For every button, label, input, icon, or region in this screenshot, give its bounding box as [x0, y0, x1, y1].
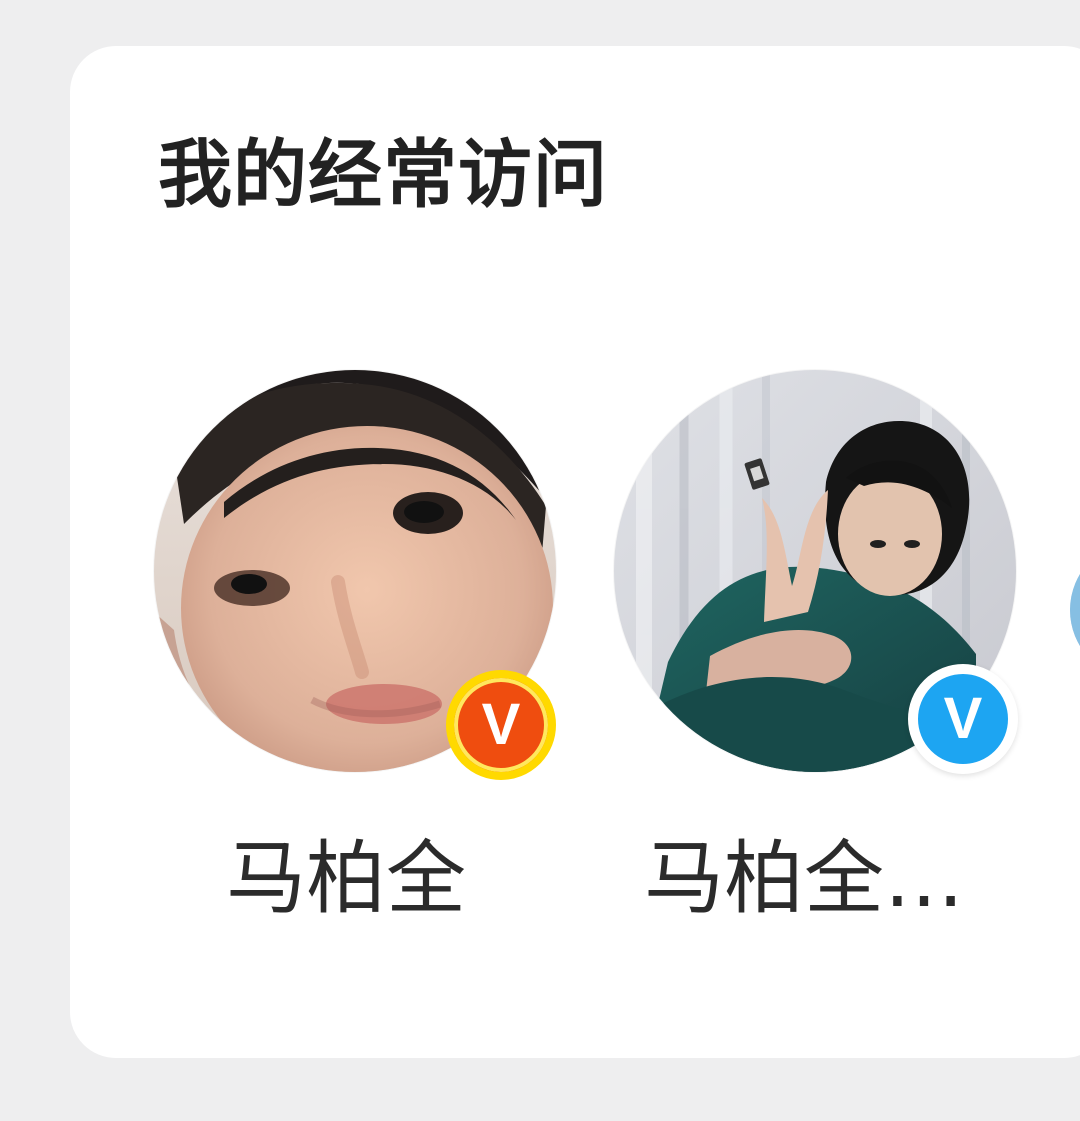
frequent-visit-item[interactable]: V 马柏全… — [594, 370, 1024, 950]
frequent-visit-item[interactable]: V 马柏全 — [134, 370, 564, 950]
visit-name[interactable]: 马柏全… — [644, 839, 964, 919]
visit-name[interactable]: 马柏全 — [226, 839, 466, 919]
partial-avatar[interactable] — [1070, 540, 1080, 680]
frequent-visits-card: 我的经常访问 V 马柏全 V 马柏全… — [70, 46, 1080, 1058]
verified-badge-icon: V — [908, 664, 1018, 774]
frequent-visits-screen: 我的经常访问 V 马柏全 V 马柏全… — [0, 0, 1080, 1121]
verified-badge-icon: V — [446, 670, 556, 780]
section-title: 我的经常访问 — [158, 132, 608, 218]
avatar-container[interactable]: V — [614, 370, 1018, 774]
avatar-container[interactable]: V — [154, 370, 556, 780]
